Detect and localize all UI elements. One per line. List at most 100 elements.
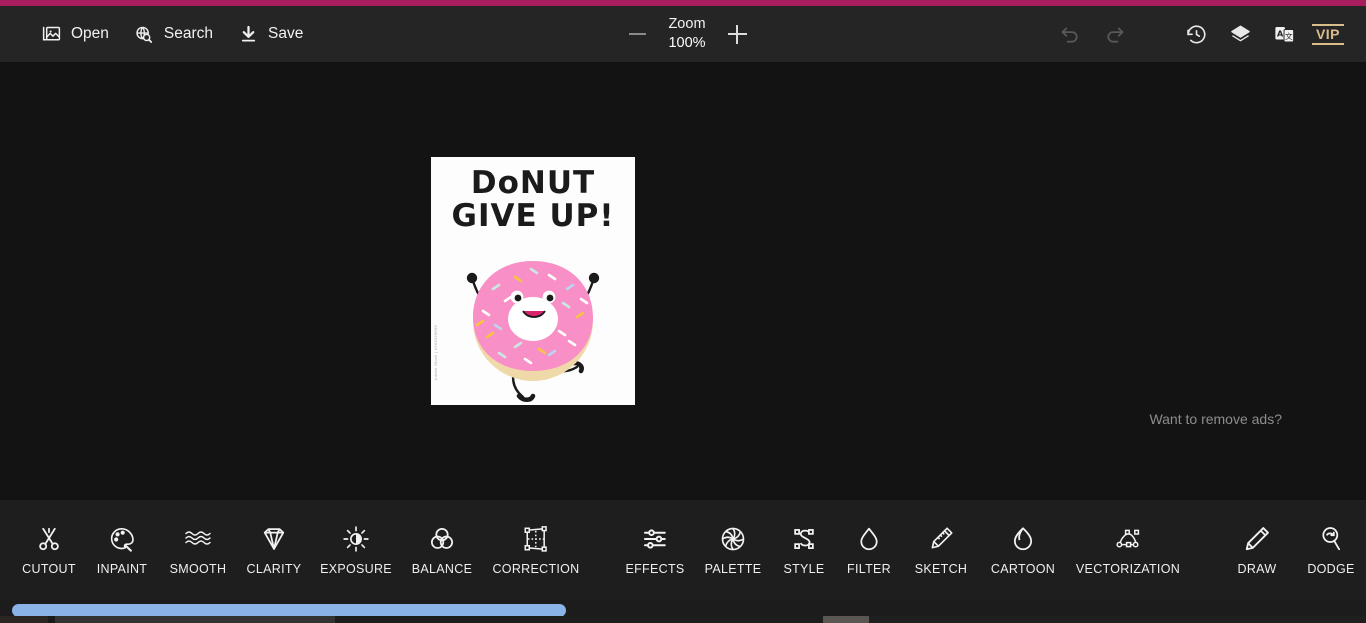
download-save-icon xyxy=(237,23,259,45)
os-taskbar-segment-a xyxy=(0,616,48,623)
tool-palette[interactable]: PALETTE xyxy=(694,500,772,576)
retouch-group: CUTOUT INPAINT SMOOTH CLARITY EXPOSURE B… xyxy=(0,500,588,600)
save-label: Save xyxy=(268,25,304,42)
vip-badge: VIP xyxy=(1311,23,1345,45)
translate-icon: A 文 xyxy=(1274,26,1294,42)
aperture-icon xyxy=(719,522,747,556)
image-open-icon xyxy=(40,23,62,45)
top-toolbar: Open Search Save Zoom 100% A 文 VIP xyxy=(0,6,1366,62)
open-label: Open xyxy=(71,25,109,42)
sun-icon xyxy=(342,522,370,556)
artwork-title-line2: GIVE UP! xyxy=(451,198,615,234)
tool-label: VECTORIZATION xyxy=(1075,562,1181,576)
tool-filter[interactable]: FILTER xyxy=(836,500,902,576)
os-taskbar-segment-e xyxy=(869,616,1366,623)
tool-label: CARTOON xyxy=(990,562,1056,576)
tool-style[interactable]: STYLE xyxy=(772,500,836,576)
tool-clarity[interactable]: CLARITY xyxy=(236,500,312,576)
artwork-title: DoNUT GIVE UP! xyxy=(431,167,635,233)
svg-text:A: A xyxy=(1276,28,1283,38)
zoom-out-button[interactable] xyxy=(620,17,654,51)
tool-draw[interactable]: DRAW xyxy=(1222,500,1292,576)
search-label: Search xyxy=(163,25,214,42)
tool-label: STYLE xyxy=(783,562,825,576)
undo-icon xyxy=(1061,27,1078,43)
tool-label: DODGE xyxy=(1307,562,1355,576)
language-button[interactable]: A 文 xyxy=(1264,14,1304,54)
tool-label: CORRECTION xyxy=(492,562,580,576)
os-taskbar-segment-b xyxy=(55,616,335,623)
file-actions: Open Search Save xyxy=(0,16,317,52)
tool-label: SKETCH xyxy=(914,562,968,576)
tool-effects[interactable]: EFFECTS xyxy=(616,500,694,576)
minus-icon xyxy=(628,33,646,35)
redo-button[interactable] xyxy=(1094,14,1134,54)
vip-button[interactable]: VIP xyxy=(1308,14,1348,54)
droplet-icon xyxy=(855,522,883,556)
top-right-actions: A 文 VIP xyxy=(1050,6,1348,62)
tool-label: INPAINT xyxy=(96,562,148,576)
plus-icon xyxy=(727,24,747,44)
pencil-sketch-icon xyxy=(927,522,955,556)
zoom-readout[interactable]: Zoom 100% xyxy=(654,15,720,53)
remove-ads-link[interactable]: Want to remove ads? xyxy=(1149,411,1282,427)
tools-toolbar: CUTOUT INPAINT SMOOTH CLARITY EXPOSURE B… xyxy=(0,500,1366,600)
layers-button[interactable] xyxy=(1220,14,1260,54)
os-taskbar-segment-d xyxy=(823,616,869,623)
tool-label: BALANCE xyxy=(411,562,473,576)
tool-label: CLARITY xyxy=(246,562,302,576)
tool-inpaint[interactable]: INPAINT xyxy=(84,500,160,576)
zoom-controls: Zoom 100% xyxy=(620,6,754,62)
zoom-in-button[interactable] xyxy=(720,17,754,51)
layers-icon xyxy=(1230,24,1250,41)
zoom-title: Zoom xyxy=(668,16,706,32)
tool-label: EXPOSURE xyxy=(320,562,392,576)
artwork-title-line1: DoNUT xyxy=(470,165,596,201)
canvas-viewport[interactable]: Want to remove ads? DoNUT GIVE UP! Adobe… xyxy=(0,62,1366,500)
globe-search-icon xyxy=(133,23,155,45)
image-canvas[interactable]: DoNUT GIVE UP! Adobe Stock | #264926699 xyxy=(431,157,635,405)
nodes-s-icon xyxy=(790,522,818,556)
palette-brush-icon xyxy=(108,522,136,556)
undo-button[interactable] xyxy=(1050,14,1090,54)
vector-nodes-icon xyxy=(1113,522,1143,556)
tool-cartoon[interactable]: CARTOON xyxy=(980,500,1066,576)
history-icon xyxy=(1186,24,1206,43)
search-button[interactable]: Search xyxy=(123,16,227,52)
save-button[interactable]: Save xyxy=(227,16,317,52)
redo-icon xyxy=(1106,27,1123,43)
tool-exposure[interactable]: EXPOSURE xyxy=(312,500,400,576)
tool-smooth[interactable]: SMOOTH xyxy=(160,500,236,576)
pencil-icon xyxy=(1243,522,1271,556)
diamond-icon xyxy=(260,522,288,556)
tool-cutout[interactable]: CUTOUT xyxy=(14,500,84,576)
svg-text:文: 文 xyxy=(1284,31,1292,41)
tool-correction[interactable]: CORRECTION xyxy=(484,500,588,576)
os-taskbar-segment-c xyxy=(335,616,825,623)
tool-label: FILTER xyxy=(847,562,891,576)
sliders-icon xyxy=(641,522,669,556)
scissors-icon xyxy=(35,522,63,556)
leaf-icon xyxy=(1009,522,1037,556)
color-circles-icon xyxy=(428,522,456,556)
tool-label: DRAW xyxy=(1237,562,1277,576)
tool-label: EFFECTS xyxy=(625,562,685,576)
tool-dodge[interactable]: DODGE xyxy=(1292,500,1366,576)
dodge-icon xyxy=(1317,522,1345,556)
tool-label: CUTOUT xyxy=(22,562,76,576)
tool-vectorization[interactable]: VECTORIZATION xyxy=(1066,500,1190,576)
image-editor-window: Open Search Save Zoom 100% A 文 VIP Want … xyxy=(0,0,1366,623)
tool-label: SMOOTH xyxy=(169,562,227,576)
tool-balance[interactable]: BALANCE xyxy=(400,500,484,576)
paint-group: DRAW DODGE xyxy=(1222,500,1366,600)
donut-illustration xyxy=(431,245,635,405)
open-button[interactable]: Open xyxy=(30,16,123,52)
tool-sketch[interactable]: SKETCH xyxy=(902,500,980,576)
zoom-value: 100% xyxy=(668,35,706,51)
perspective-grid-icon xyxy=(522,522,550,556)
tool-label: PALETTE xyxy=(704,562,762,576)
effects-group: EFFECTS PALETTE STYLE FILTER SKETCH CART… xyxy=(616,500,1190,600)
donut-character-icon xyxy=(466,261,600,403)
waves-icon xyxy=(183,522,213,556)
history-button[interactable] xyxy=(1176,14,1216,54)
